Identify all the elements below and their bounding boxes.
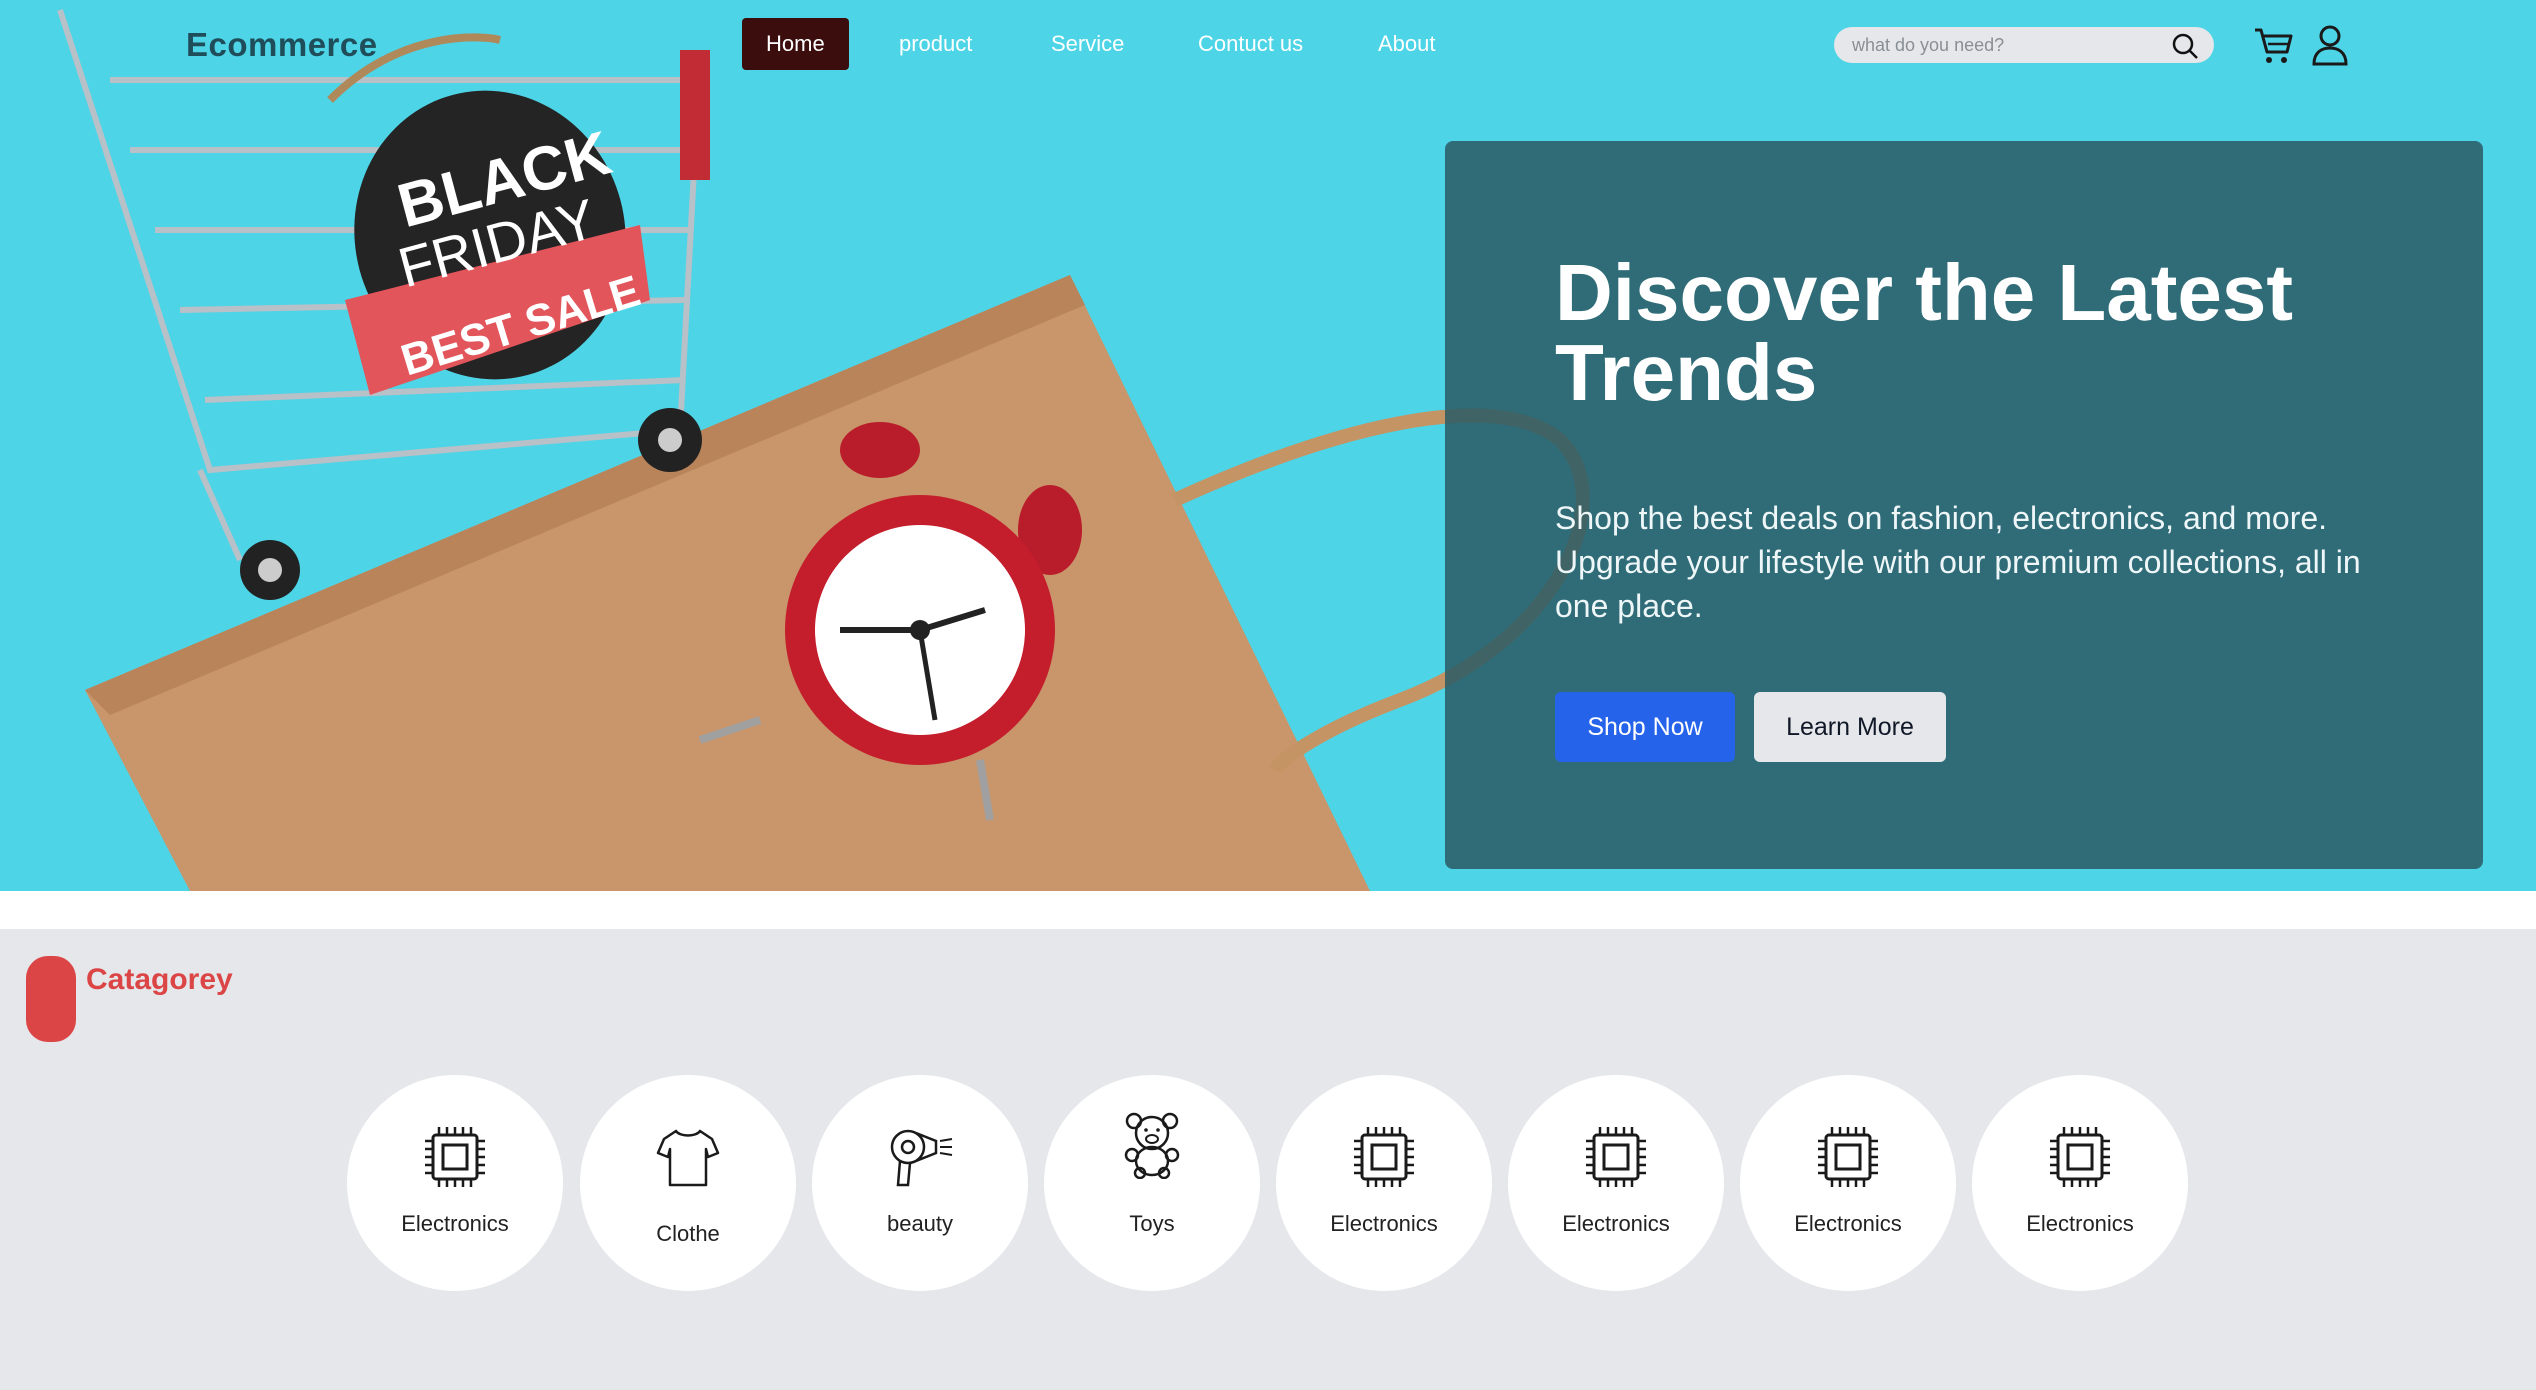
learn-more-button[interactable]: Learn More xyxy=(1754,692,1946,762)
category-label: Electronics xyxy=(2026,1211,2134,1236)
section-divider xyxy=(0,891,2536,929)
chip-icon xyxy=(425,1127,485,1187)
section-marker xyxy=(26,956,76,1042)
top-navbar: Ecommerce Home product Service Contuct u… xyxy=(0,0,2536,90)
category-item-electronics[interactable]: Electronics xyxy=(1972,1075,2188,1291)
cart-icon[interactable] xyxy=(2251,22,2295,68)
category-item-toys[interactable]: Toys xyxy=(1044,1075,1260,1291)
chip-icon xyxy=(1818,1127,1878,1187)
category-item-electronics[interactable]: Electronics xyxy=(347,1075,563,1291)
hero-banner: BLACK FRIDAY BEST SALE Ecommerce Home pr… xyxy=(0,0,2536,891)
brand-logo[interactable]: Ecommerce xyxy=(186,26,378,64)
hero-panel: Discover the Latest Trends Shop the best… xyxy=(1445,141,2483,869)
nav-about[interactable]: About xyxy=(1354,18,1460,70)
category-label: beauty xyxy=(886,1211,954,1236)
category-title: Catagorey xyxy=(86,963,233,996)
search-icon[interactable] xyxy=(2170,31,2200,61)
category-item-beauty[interactable]: beauty xyxy=(812,1075,1028,1291)
chip-icon xyxy=(2050,1127,2110,1187)
hero-subtitle: Shop the best deals on fashion, electron… xyxy=(1555,500,2361,624)
chip-icon xyxy=(1586,1127,1646,1187)
category-label: Electronics xyxy=(1794,1211,1902,1236)
category-item-electronics[interactable]: Electronics xyxy=(1508,1075,1724,1291)
category-label: Electronics xyxy=(401,1211,509,1236)
nav-service[interactable]: Service xyxy=(1027,18,1148,70)
user-icon[interactable] xyxy=(2308,22,2352,68)
teddy-bear-icon xyxy=(1124,1112,1180,1179)
shop-now-button[interactable]: Shop Now xyxy=(1555,692,1735,762)
category-label: Clothe xyxy=(656,1221,720,1246)
search-placeholder: what do you need? xyxy=(1852,35,2005,55)
nav-contact[interactable]: Contuct us xyxy=(1174,18,1327,70)
category-item-electronics[interactable]: Electronics xyxy=(1740,1075,1956,1291)
category-label: Electronics xyxy=(1562,1211,1670,1236)
search-input[interactable]: what do you need? xyxy=(1834,27,2214,63)
category-item-electronics[interactable]: Electronics xyxy=(1276,1075,1492,1291)
nav-home[interactable]: Home xyxy=(742,18,849,70)
hero-title: Discover the Latest Trends xyxy=(1555,248,2294,417)
nav-product[interactable]: product xyxy=(875,18,996,70)
category-label: Electronics xyxy=(1330,1211,1438,1236)
chip-icon xyxy=(1354,1127,1414,1187)
shirt-icon xyxy=(656,1129,720,1187)
category-item-clothe[interactable]: Clothe xyxy=(580,1075,796,1291)
category-section: Catagorey Electronics Clothe beauty Toys… xyxy=(0,929,2536,1390)
hair-dryer-icon xyxy=(890,1129,953,1187)
category-label: Toys xyxy=(1129,1211,1175,1236)
